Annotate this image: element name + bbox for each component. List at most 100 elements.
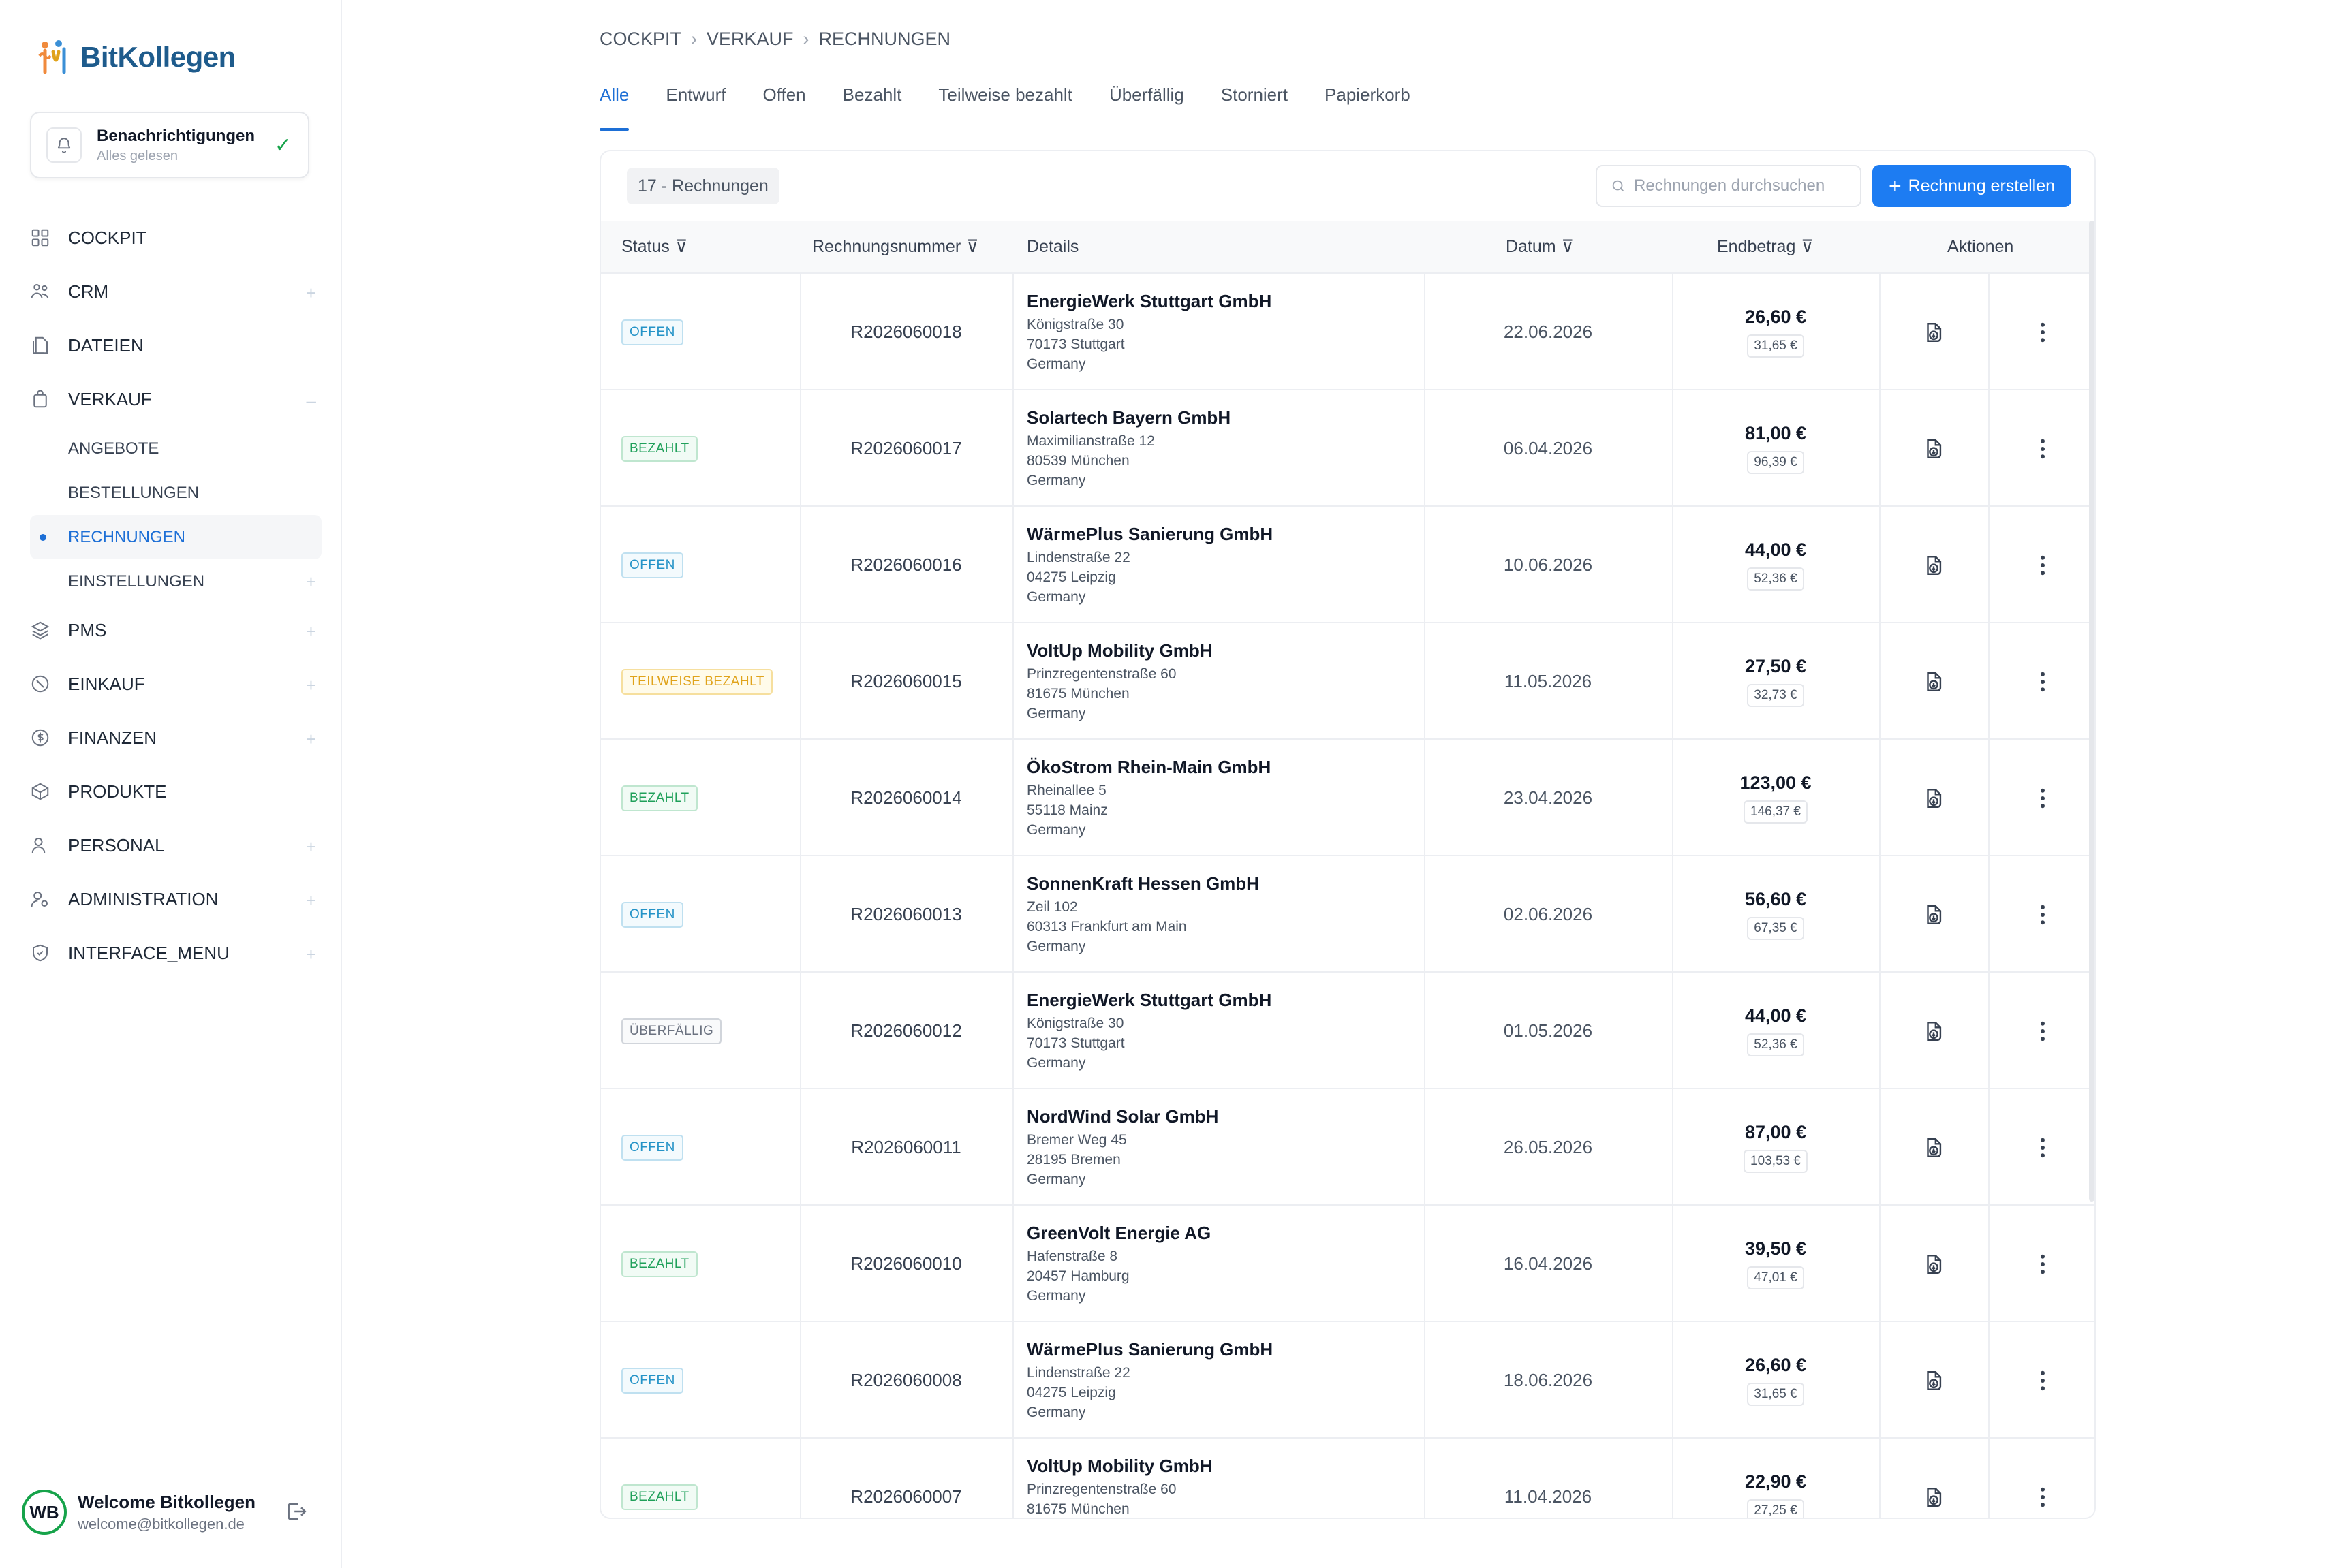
tab-storniert[interactable]: Storniert [1221, 82, 1288, 131]
sidebar-item-produkte[interactable]: PRODUKTE [30, 765, 322, 819]
invoice-number[interactable]: R2026060007 [800, 1439, 1012, 1518]
more-actions-button[interactable] [1988, 1322, 2094, 1439]
filter-icon[interactable]: ⊽ [675, 236, 687, 257]
filter-icon[interactable]: ⊽ [966, 236, 978, 257]
more-actions-button[interactable] [1988, 740, 2094, 856]
search-input[interactable] [1634, 176, 1831, 195]
search-box[interactable] [1596, 165, 1861, 207]
tab-bezahlt[interactable]: Bezahlt [843, 82, 902, 131]
plus-icon[interactable]: + [306, 890, 316, 911]
download-pdf-button[interactable] [1879, 973, 1988, 1089]
minus-icon[interactable]: – [307, 390, 316, 411]
plus-icon: + [1888, 174, 1902, 198]
sidebar-item-verkauf[interactable]: VERKAUF – [30, 373, 322, 426]
app-logo[interactable]: BitKollegen [35, 38, 236, 76]
table-row[interactable]: BEZAHLT R2026060010 GreenVolt Energie AG Ha… [601, 1204, 2094, 1322]
table-row[interactable]: OFFEN R2026060018 EnergieWerk Stuttgart Gm… [601, 272, 2094, 390]
plus-icon[interactable]: + [306, 944, 316, 965]
tab-offen[interactable]: Offen [763, 82, 806, 131]
invoice-amount: 22,90 € 27,25 € [1672, 1439, 1879, 1518]
scrollbar[interactable] [2089, 221, 2094, 1202]
table-row[interactable]: OFFEN R2026060008 WärmePlus Sanierung GmbH… [601, 1321, 2094, 1439]
more-actions-button[interactable] [1988, 274, 2094, 390]
download-pdf-button[interactable] [1879, 856, 1988, 973]
download-pdf-button[interactable] [1879, 1206, 1988, 1322]
amount-net: 44,00 € [1744, 539, 1807, 560]
tab-teilweise-bezahlt[interactable]: Teilweise bezahlt [938, 82, 1072, 131]
filter-icon[interactable]: ⊽ [1801, 236, 1813, 257]
table-row[interactable]: ÜBERFÄLLIG R2026060012 EnergieWerk Stuttga… [601, 971, 2094, 1089]
sidebar-item-pms[interactable]: PMS + [30, 603, 322, 657]
header-date[interactable]: Datum ⊽ [1506, 221, 1574, 272]
header-amount[interactable]: Endbetrag ⊽ [1717, 221, 1814, 272]
header-status[interactable]: Status ⊽ [621, 221, 687, 272]
avatar[interactable]: WB [22, 1490, 67, 1535]
sidebar-subitem-einstellungen[interactable]: EINSTELLUNGEN + [30, 559, 322, 603]
invoice-amount: 123,00 € 146,37 € [1672, 740, 1879, 856]
sidebar-item-cockpit[interactable]: COCKPIT [30, 211, 322, 265]
invoice-number[interactable]: R2026060008 [800, 1322, 1012, 1439]
more-actions-button[interactable] [1988, 623, 2094, 740]
invoice-number[interactable]: R2026060014 [800, 740, 1012, 856]
download-pdf-button[interactable] [1879, 740, 1988, 856]
download-pdf-button[interactable] [1879, 507, 1988, 623]
sidebar-item-label: INTERFACE_MENU [68, 943, 230, 963]
invoice-number[interactable]: R2026060010 [800, 1206, 1012, 1322]
tab-entwurf[interactable]: Entwurf [666, 82, 726, 131]
sidebar-item-administration[interactable]: ADMINISTRATION + [30, 873, 322, 926]
invoice-number[interactable]: R2026060011 [800, 1089, 1012, 1206]
table-row[interactable]: BEZAHLT R2026060017 Solartech Bayern GmbH M… [601, 389, 2094, 507]
table-row[interactable]: OFFEN R2026060011 NordWind Solar GmbH Breme… [601, 1088, 2094, 1206]
more-actions-button[interactable] [1988, 973, 2094, 1089]
logout-icon[interactable] [285, 1500, 308, 1523]
breadcrumb-verkauf[interactable]: VERKAUF [707, 29, 794, 50]
download-pdf-button[interactable] [1879, 274, 1988, 390]
table-row[interactable]: BEZAHLT R2026060014 ÖkoStrom Rhein-Main Gm… [601, 738, 2094, 856]
plus-icon[interactable]: + [306, 283, 316, 304]
invoice-number[interactable]: R2026060016 [800, 507, 1012, 623]
sidebar-item-personal[interactable]: PERSONAL + [30, 819, 322, 873]
sidebar-subitem-rechnungen[interactable]: RECHNUNGEN [30, 515, 322, 559]
plus-icon[interactable]: + [306, 571, 316, 593]
sidebar-item-interface_menu[interactable]: INTERFACE_MENU + [30, 926, 322, 980]
table-row[interactable]: TEILWEISE BEZAHLT R2026060015 VoltUp Mobil… [601, 622, 2094, 740]
sidebar-subitem-bestellungen[interactable]: BESTELLUNGEN [30, 471, 322, 515]
sidebar-item-finanzen[interactable]: FINANZEN + [30, 711, 322, 765]
more-actions-button[interactable] [1988, 390, 2094, 507]
plus-icon[interactable]: + [306, 675, 316, 696]
download-pdf-button[interactable] [1879, 1089, 1988, 1206]
invoice-number[interactable]: R2026060013 [800, 856, 1012, 973]
filter-icon[interactable]: ⊽ [1562, 236, 1574, 257]
create-invoice-button[interactable]: + Rechnung erstellen [1872, 165, 2071, 207]
sidebar-item-einkauf[interactable]: EINKAUF + [30, 657, 322, 711]
header-number[interactable]: Rechnungsnummer ⊽ [812, 221, 978, 272]
more-actions-button[interactable] [1988, 507, 2094, 623]
breadcrumb-cockpit[interactable]: COCKPIT [600, 29, 681, 50]
sidebar-item-dateien[interactable]: DATEIEN [30, 319, 322, 373]
more-actions-button[interactable] [1988, 1439, 2094, 1518]
more-actions-button[interactable] [1988, 1206, 2094, 1322]
invoice-number[interactable]: R2026060012 [800, 973, 1012, 1089]
tab-überfällig[interactable]: Überfällig [1109, 82, 1184, 131]
notifications-panel[interactable]: Benachrichtigungen Alles gelesen ✓ [30, 112, 309, 178]
customer-street: Hafenstraße 8 [1027, 1248, 1118, 1264]
tab-papierkorb[interactable]: Papierkorb [1325, 82, 1410, 131]
download-pdf-button[interactable] [1879, 623, 1988, 740]
table-row[interactable]: OFFEN R2026060016 WärmePlus Sanierung GmbH… [601, 505, 2094, 623]
invoice-number[interactable]: R2026060015 [800, 623, 1012, 740]
plus-icon[interactable]: + [306, 729, 316, 750]
download-pdf-button[interactable] [1879, 1322, 1988, 1439]
invoice-number[interactable]: R2026060017 [800, 390, 1012, 507]
tab-alle[interactable]: Alle [600, 82, 630, 131]
download-pdf-button[interactable] [1879, 1439, 1988, 1518]
plus-icon[interactable]: + [306, 621, 316, 642]
sidebar-subitem-angebote[interactable]: ANGEBOTE [30, 426, 322, 471]
plus-icon[interactable]: + [306, 836, 316, 858]
table-row[interactable]: OFFEN R2026060013 SonnenKraft Hessen GmbH Z… [601, 855, 2094, 973]
sidebar-item-crm[interactable]: CRM + [30, 265, 322, 319]
invoice-number[interactable]: R2026060018 [800, 274, 1012, 390]
more-actions-button[interactable] [1988, 1089, 2094, 1206]
more-actions-button[interactable] [1988, 856, 2094, 973]
table-row[interactable]: BEZAHLT R2026060007 VoltUp Mobility GmbH Pr… [601, 1437, 2094, 1518]
download-pdf-button[interactable] [1879, 390, 1988, 507]
